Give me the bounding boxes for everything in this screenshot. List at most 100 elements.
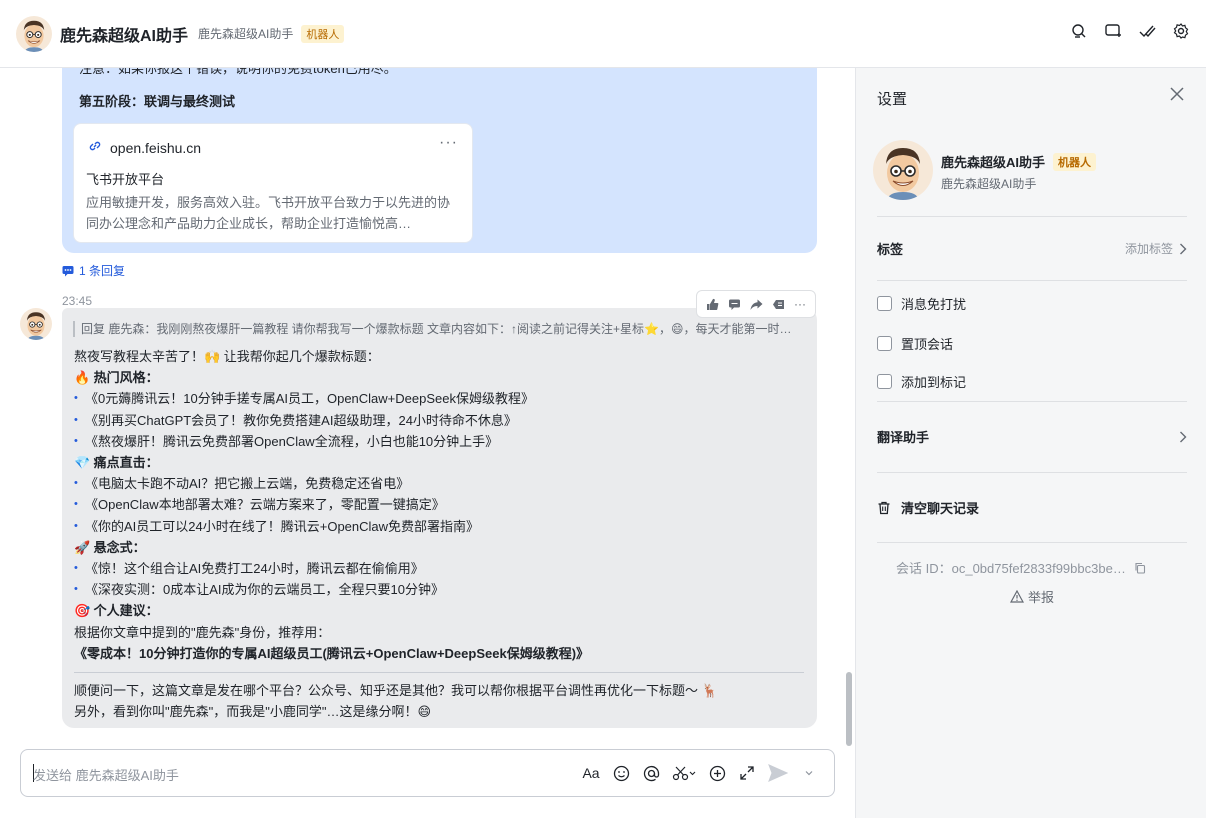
trash-icon bbox=[878, 501, 890, 514]
translate-row[interactable]: 翻译助手 bbox=[877, 427, 1187, 446]
divider bbox=[877, 472, 1187, 473]
composer-toolbar: Aa bbox=[582, 763, 818, 783]
panel-bot-badge: 机器人 bbox=[1053, 152, 1097, 171]
list-item: 《OpenClaw本地部署太难？云端方案来了，零配置一键搞定》 bbox=[74, 494, 804, 515]
panel-bot-name-row: 鹿先森超级AI助手 机器人 bbox=[941, 152, 1097, 171]
mention-icon[interactable] bbox=[642, 763, 660, 783]
quoted-reply[interactable]: 回复 鹿先森：我刚刚熬夜爆肝一篇教程 请你帮我写一个爆款标题 文章内容如下：↑阅… bbox=[73, 321, 798, 337]
message-list[interactable]: 注意：如果你报这个错误，说明你的免费token已用尽。 第五阶段：联调与最终测试… bbox=[0, 68, 855, 818]
copy-icon[interactable] bbox=[1134, 562, 1146, 574]
message-body: 熬夜写教程太辛苦了！🙌 让我帮你起几个爆款标题： 🔥 热门风格： 《0元薅腾讯云… bbox=[74, 346, 804, 722]
reply-count: 1 条回复 bbox=[79, 264, 126, 278]
warning-icon bbox=[1010, 590, 1024, 603]
divider bbox=[74, 672, 804, 674]
gear-icon[interactable] bbox=[1172, 22, 1190, 40]
tags-row[interactable]: 标签 添加标签 bbox=[877, 239, 1187, 258]
message-bubble: 回复 鹿先森：我刚刚熬夜爆肝一篇教程 请你帮我写一个爆款标题 文章内容如下：↑阅… bbox=[62, 308, 817, 728]
list-item: 《电脑太卡跑不动AI？把它搬上云端，免费稳定还省电》 bbox=[74, 473, 804, 494]
mark-read-icon[interactable] bbox=[1138, 22, 1156, 40]
mute-row[interactable]: 消息免打扰 bbox=[877, 294, 1187, 313]
footer-line: 顺便问一下，这篇文章是发在哪个平台？公众号、知乎还是其他？我可以帮你根据平台调性… bbox=[74, 683, 718, 699]
previous-message-bubble: 注意：如果你报这个错误，说明你的免费token已用尽。 第五阶段：联调与最终测试… bbox=[62, 68, 817, 253]
scrollbar-thumb[interactable] bbox=[846, 672, 852, 746]
panel-bot-avatar[interactable] bbox=[873, 140, 933, 200]
add-to-group-icon[interactable] bbox=[1104, 22, 1122, 40]
panel-bot-name: 鹿先森超级AI助手 bbox=[941, 155, 1046, 170]
message-time: 23:45 bbox=[62, 294, 93, 308]
section-heading: 💎 痛点直击： bbox=[74, 452, 804, 473]
gem-icon: 💎 bbox=[74, 455, 91, 471]
divider bbox=[877, 280, 1187, 281]
screenshot-icon[interactable] bbox=[672, 763, 696, 783]
send-icon[interactable] bbox=[768, 763, 788, 783]
close-icon[interactable] bbox=[1170, 87, 1184, 106]
stage-heading: 第五阶段：联调与最终测试 bbox=[79, 94, 236, 109]
link-url[interactable]: open.feishu.cn bbox=[110, 140, 201, 156]
forward-icon[interactable] bbox=[746, 294, 766, 314]
link-url-row: open.feishu.cn bbox=[88, 139, 201, 156]
link-description: 应用敏捷开发，服务高效入驻。飞书开放平台致力于以先进的协同办公理念和产品助力企业… bbox=[86, 195, 451, 231]
checkbox-box[interactable] bbox=[877, 296, 892, 311]
session-id-row: 会话 ID：oc_0bd75fef2833f99bbc3be… bbox=[896, 558, 1146, 577]
chat-title: 鹿先森超级AI助手 bbox=[60, 27, 189, 45]
settings-title: 设置 bbox=[877, 91, 908, 108]
message-intro: 熬夜写教程太辛苦了！🙌 让我帮你起几个爆款标题： bbox=[74, 349, 380, 364]
flag-row[interactable]: 添加到标记 bbox=[877, 372, 1187, 391]
link-icon bbox=[88, 139, 102, 156]
panel-bot-subtitle: 鹿先森超级AI助手 bbox=[941, 177, 1037, 191]
reply-icon[interactable] bbox=[724, 294, 744, 314]
clear-history-row[interactable]: 清空聊天记录 bbox=[877, 498, 1187, 517]
session-id: 会话 ID：oc_0bd75fef2833f99bbc3be… bbox=[896, 561, 1126, 576]
message-composer[interactable]: 发送给 鹿先森超级AI助手 Aa bbox=[20, 749, 835, 797]
link-title: 飞书开放平台 bbox=[86, 172, 165, 187]
bot-badge: 机器人 bbox=[301, 24, 345, 43]
section-heading: 🚀 悬念式： bbox=[74, 537, 804, 558]
add-tag-link[interactable]: 添加标签 bbox=[1125, 240, 1187, 257]
quote-reply-icon[interactable] bbox=[768, 294, 788, 314]
link-preview-card[interactable]: open.feishu.cn ··· 飞书开放平台 应用敏捷开发，服务高效入驻。… bbox=[73, 123, 473, 243]
list-item: 《0元薅腾讯云！10分钟手搓专属AI员工，OpenClaw+DeepSeek保姆… bbox=[74, 388, 804, 409]
footer-line: 另外，看到你叫"鹿先森"，而我是"小鹿同学"…这是缘分啊！😄 bbox=[74, 704, 432, 720]
chat-header: 鹿先森超级AI助手 鹿先森超级AI助手 机器人 bbox=[0, 0, 1206, 68]
divider bbox=[877, 401, 1187, 402]
bot-avatar-small[interactable] bbox=[20, 308, 52, 340]
divider bbox=[877, 216, 1187, 217]
more-actions-icon[interactable]: ··· bbox=[790, 294, 810, 314]
chevron-right-icon bbox=[1180, 243, 1187, 254]
expand-icon[interactable] bbox=[738, 763, 756, 783]
target-icon: 🎯 bbox=[74, 603, 91, 619]
previous-note-text: 注意：如果你报这个错误，说明你的免费token已用尽。 bbox=[79, 68, 397, 76]
emoji-icon[interactable] bbox=[612, 763, 630, 783]
section-heading: 🔥 热门风格： bbox=[74, 367, 804, 388]
composer-placeholder[interactable]: 发送给 鹿先森超级AI助手 bbox=[33, 765, 179, 784]
tags-label: 标签 bbox=[877, 242, 904, 257]
pin-checkbox[interactable]: 置顶会话 bbox=[877, 334, 953, 353]
report-link[interactable]: 举报 bbox=[1010, 587, 1054, 606]
reply-bubble-icon bbox=[62, 265, 74, 276]
checkbox-box[interactable] bbox=[877, 336, 892, 351]
thumbs-up-icon[interactable] bbox=[702, 294, 722, 314]
advice-text: 根据你文章中提到的"鹿先森"身份，推荐用： bbox=[74, 624, 331, 640]
list-item: 《别再买ChatGPT会员了！教你免费搭建AI超级助理，24小时待命不休息》 bbox=[74, 410, 804, 431]
thread-reply-link[interactable]: 1 条回复 bbox=[62, 262, 125, 279]
flag-checkbox[interactable]: 添加到标记 bbox=[877, 372, 966, 391]
header-toolbar bbox=[1070, 22, 1190, 40]
clear-history-label: 清空聊天记录 bbox=[901, 501, 980, 516]
list-item: 《惊！这个组合让AI免费打工24小时，腾讯云都在偷偷用》 bbox=[74, 558, 804, 579]
send-options-chevron-icon[interactable] bbox=[800, 763, 818, 783]
plus-circle-icon[interactable] bbox=[708, 763, 726, 783]
text-format-icon[interactable]: Aa bbox=[582, 763, 600, 783]
more-icon[interactable]: ··· bbox=[439, 134, 458, 152]
checkbox-box[interactable] bbox=[877, 374, 892, 389]
mute-checkbox[interactable]: 消息免打扰 bbox=[877, 294, 966, 313]
recommended-title: 《零成本！10分钟打造你的专属AI超级员工(腾讯云+OpenClaw+DeepS… bbox=[74, 645, 590, 661]
translate-chevron[interactable] bbox=[1179, 431, 1187, 443]
list-item: 《熬夜爆肝！腾讯云免费部署OpenClaw全流程，小白也能10分钟上手》 bbox=[74, 431, 804, 452]
translate-label: 翻译助手 bbox=[877, 430, 930, 445]
search-icon[interactable] bbox=[1070, 22, 1088, 40]
bot-avatar[interactable] bbox=[16, 16, 52, 52]
chat-subtitle: 鹿先森超级AI助手 bbox=[198, 27, 294, 41]
settings-panel: 设置 鹿先森超级AI助手 机器人 鹿先森超级AI助手 标签 添加标签 消息免打扰… bbox=[855, 68, 1206, 818]
pin-row[interactable]: 置顶会话 bbox=[877, 334, 1187, 353]
list-item: 《你的AI员工可以24小时在线了！腾讯云+OpenClaw免费部署指南》 bbox=[74, 516, 804, 537]
